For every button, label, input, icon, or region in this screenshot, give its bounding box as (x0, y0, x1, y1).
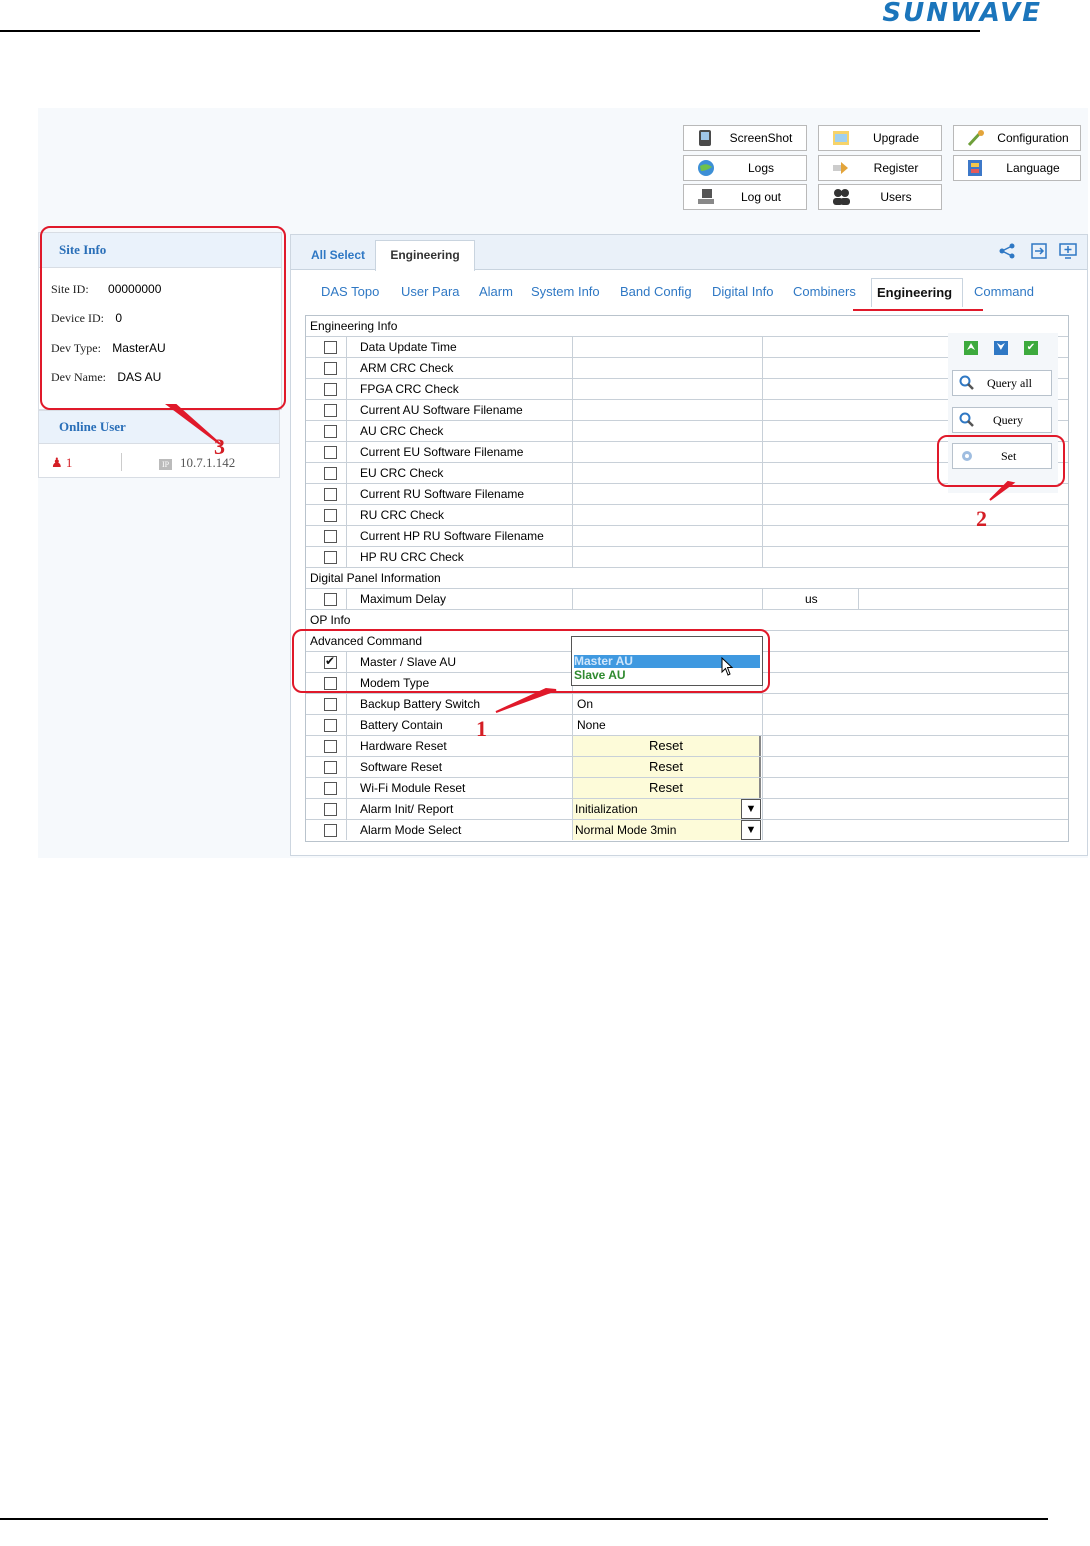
value-cell: Normal Mode 3min ▼ (572, 820, 763, 840)
callout-2: 2 (976, 506, 987, 531)
extra-cell (762, 820, 1068, 840)
row-label: Alarm Mode Select (360, 823, 462, 837)
table-row: Alarm Mode Select Normal Mode 3min ▼ (306, 820, 1068, 841)
alarm-init-value: Initialization (575, 802, 638, 816)
chevron-down-icon[interactable]: ▼ (741, 820, 761, 840)
table-row: Alarm Init/ Report Initialization ▼ (306, 799, 1068, 820)
row-checkbox[interactable] (324, 824, 337, 837)
callout-1: 1 (476, 716, 487, 741)
cb-cell (306, 820, 347, 840)
footer-rule (0, 1518, 1048, 1520)
chevron-down-icon[interactable]: ▼ (741, 799, 761, 819)
value-cell: Initialization ▼ (572, 799, 763, 819)
row-checkbox[interactable] (324, 803, 337, 816)
alarm-mode-value: Normal Mode 3min (575, 823, 677, 837)
extra-cell (762, 799, 1068, 819)
row-label: Alarm Init/ Report (360, 802, 454, 816)
alarm-mode-select[interactable]: Normal Mode 3min ▼ (573, 820, 761, 840)
alarm-init-select[interactable]: Initialization ▼ (573, 799, 761, 819)
annotation-leaders (165, 404, 1016, 713)
callout-3: 3 (214, 434, 225, 459)
cb-cell (306, 799, 347, 819)
